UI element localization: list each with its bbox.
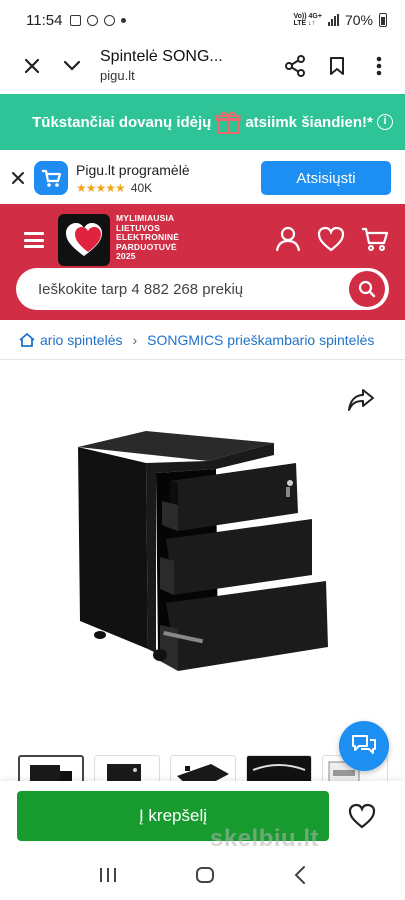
search-input[interactable] (38, 280, 349, 298)
search-bar (16, 268, 389, 310)
user-account-icon[interactable] (275, 226, 301, 252)
heart-logo-icon (66, 223, 102, 256)
back-icon[interactable] (293, 865, 307, 885)
search-button[interactable] (349, 271, 385, 307)
accessibility-icon (87, 14, 99, 26)
site-logo[interactable] (58, 214, 110, 266)
site-header: MYLIMIAUSIA LIETUVOS ELEKTRONINĖ PARDUOT… (0, 204, 405, 320)
watermark: skelbiu.lt (210, 825, 320, 852)
app-title: Pigu.lt programėlė (76, 161, 190, 178)
signal-icon (327, 14, 339, 26)
network-label-bottom: LTE ↓↑ (293, 20, 316, 27)
share-button[interactable] (281, 52, 309, 80)
home-icon[interactable] (18, 332, 36, 348)
status-bar: 11:54 Vo)) 4G+ LTE ↓↑ 70% (0, 0, 405, 40)
browser-toolbar: Spintelė SONG... pigu.lt (0, 40, 405, 92)
page-title: Spintelė SONG... (100, 47, 223, 65)
product-main-image[interactable] (66, 421, 336, 681)
bookmark-button[interactable] (323, 52, 351, 80)
expand-button[interactable] (58, 52, 86, 80)
bookmark-icon (330, 57, 344, 75)
network-label-top: Vo)) 4G+ (293, 13, 322, 20)
recent-apps-icon[interactable] (98, 866, 118, 884)
close-tab-button[interactable] (18, 52, 46, 80)
share-icon (285, 55, 305, 77)
page-title-area[interactable]: Spintelė SONG... pigu.lt (100, 48, 281, 84)
messenger-icon (104, 14, 116, 26)
search-icon (358, 280, 376, 298)
chat-button[interactable] (339, 721, 389, 771)
promo-text-before: Tūkstančiai dovanų idėjų (32, 113, 212, 131)
battery-percent: 70% (344, 12, 373, 28)
cart-logo-icon (42, 169, 62, 187)
hamburger-menu-icon[interactable] (24, 232, 44, 248)
breadcrumb-separator: › (132, 331, 138, 348)
close-icon (24, 58, 40, 74)
logo-slogan: MYLIMIAUSIA LIETUVOS ELEKTRONINĖ PARDUOT… (116, 213, 179, 262)
promo-text-after: atsiimk šiandien!* (245, 113, 373, 131)
purchase-action-bar: Į krepšelį skelbiu.lt (0, 781, 405, 852)
app-info: Pigu.lt programėlė ★★★★★ 40K (76, 162, 261, 195)
wishlist-heart-icon[interactable] (317, 226, 345, 252)
status-time: 11:54 (26, 11, 63, 29)
shopping-cart-icon[interactable] (361, 226, 389, 252)
home-button-icon[interactable] (194, 865, 216, 885)
chat-bubbles-icon (352, 735, 376, 754)
add-to-wishlist-button[interactable] (344, 799, 380, 833)
rating-stars: ★★★★★ (76, 180, 126, 195)
breadcrumb-item-category[interactable]: ario spintelės (40, 332, 123, 348)
heart-icon (348, 803, 376, 829)
pigu-app-logo (34, 161, 68, 195)
system-indicators: Vo)) 4G+ LTE ↓↑ 70% (294, 12, 387, 28)
menu-button[interactable] (365, 52, 393, 80)
more-notifications-icon (121, 17, 127, 23)
image-notification-icon (70, 14, 82, 26)
close-banner-icon[interactable] (10, 170, 26, 186)
download-app-button[interactable]: Atsisiųsti (261, 161, 391, 195)
slogan-line-5: 2025 (116, 251, 136, 261)
share-arrow-icon[interactable] (347, 387, 375, 413)
more-vertical-icon (376, 56, 382, 76)
page-url: pigu.lt (100, 68, 135, 84)
breadcrumb: ario spintelės › SONGMICS prieškambario … (0, 320, 405, 360)
promo-banner[interactable]: Tūkstančiai dovanų idėjų atsiimk šiandie… (0, 94, 405, 150)
notification-icons (70, 14, 127, 26)
breadcrumb-item-subcategory[interactable]: SONGMICS prieškambario spintelės (147, 332, 374, 348)
network-label: Vo)) 4G+ LTE ↓↑ (294, 13, 322, 27)
chevron-down-icon (63, 60, 81, 71)
app-rating: ★★★★★ 40K (76, 181, 261, 195)
app-install-banner: Pigu.lt programėlė ★★★★★ 40K Atsisiųsti (0, 152, 405, 204)
rating-count: 40K (130, 180, 153, 195)
info-icon[interactable]: i (377, 114, 393, 130)
product-gallery (0, 361, 405, 751)
android-navigation-bar (0, 850, 405, 900)
gift-icon (215, 111, 241, 134)
battery-icon (379, 13, 387, 27)
